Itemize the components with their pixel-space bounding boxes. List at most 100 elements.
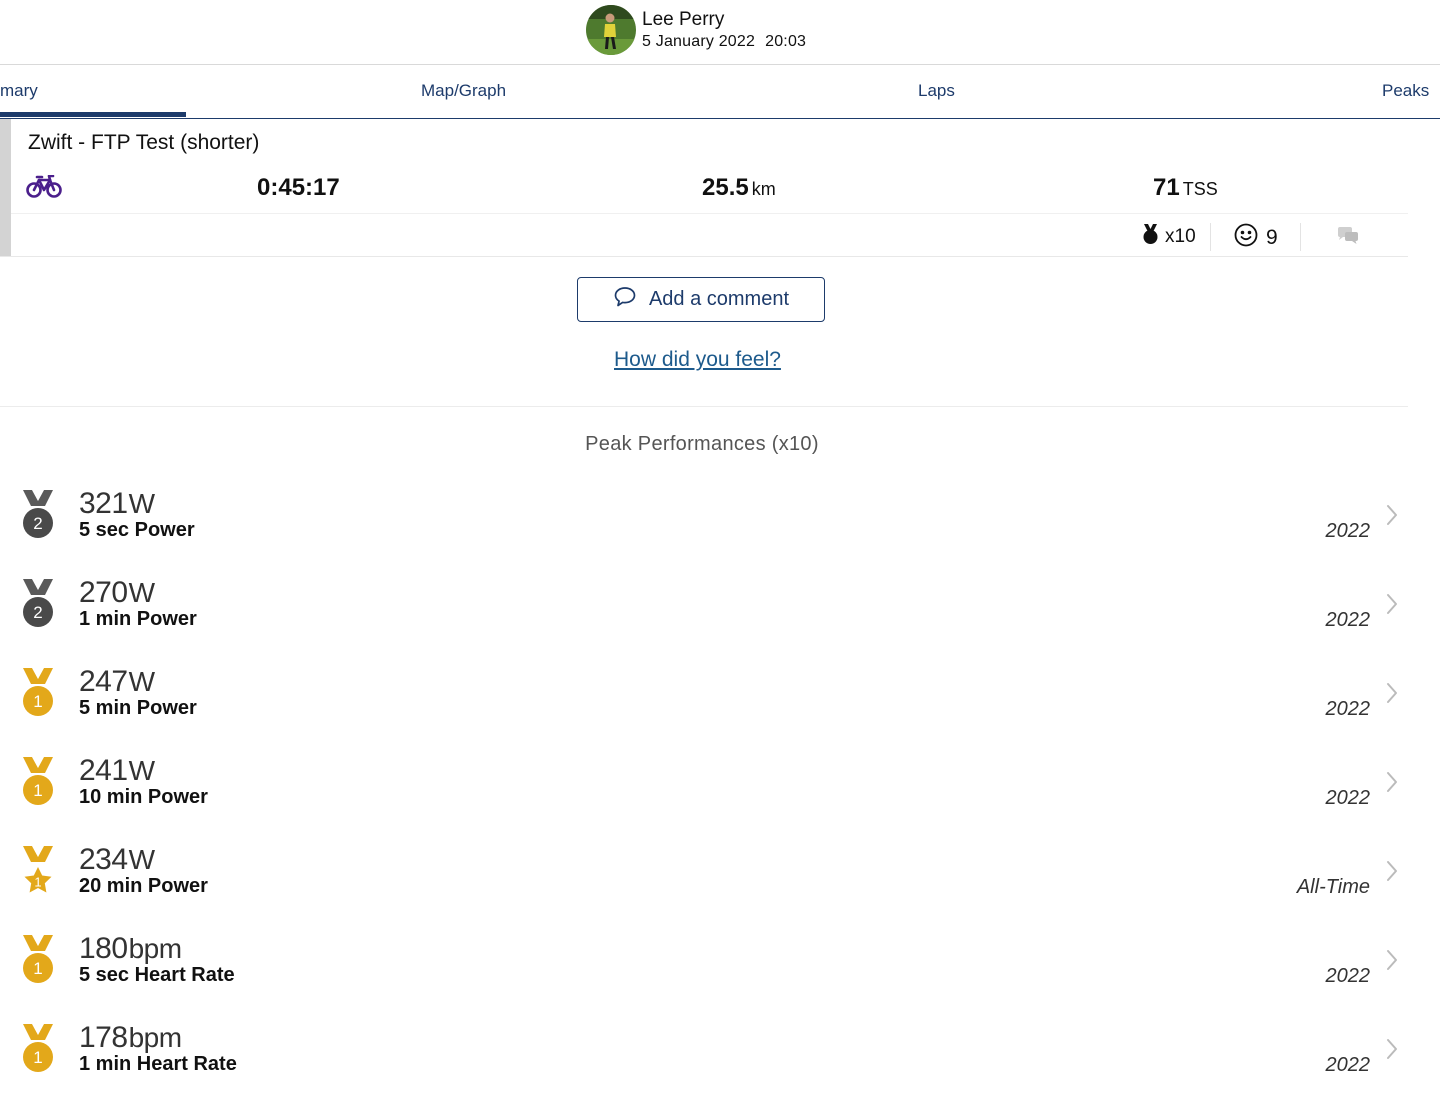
tss-value: 71 bbox=[1153, 174, 1180, 201]
chevron-right-icon bbox=[1384, 681, 1400, 710]
peak-performance-row[interactable]: 1 178bpm 1 min Heart Rate 2022 bbox=[0, 1021, 1408, 1112]
gold-medal-icon: 1 bbox=[19, 667, 57, 719]
svg-text:1: 1 bbox=[33, 781, 42, 800]
peak-label: 5 min Power bbox=[79, 697, 197, 719]
peak-performances-title: Peak Performances (x10) bbox=[585, 433, 819, 455]
avatar[interactable] bbox=[586, 5, 636, 55]
duration-value: 0:45:17 bbox=[257, 174, 340, 201]
peak-performance-row[interactable]: 1 234W 20 min Power All-Time bbox=[0, 843, 1408, 934]
activity-time: 20:03 bbox=[765, 33, 807, 50]
peak-unit: bpm bbox=[128, 933, 182, 964]
medal-count: x10 bbox=[1165, 226, 1196, 247]
silver-medal-icon: 2 bbox=[19, 578, 57, 630]
peak-period: 2022 bbox=[1325, 965, 1371, 987]
chevron-right-icon bbox=[1384, 859, 1400, 888]
feeling-count: 9 bbox=[1266, 226, 1278, 249]
svg-text:1: 1 bbox=[33, 959, 42, 978]
gold-medal-icon: 1 bbox=[19, 756, 57, 808]
medal-count-button[interactable]: x10 bbox=[1142, 223, 1196, 251]
peak-value: 270 bbox=[79, 576, 128, 609]
peak-value-wrap: 241W bbox=[79, 754, 155, 788]
feeling-count-button[interactable]: 9 bbox=[1234, 223, 1278, 253]
peak-unit: W bbox=[128, 666, 155, 697]
tab-map-graph[interactable]: Map/Graph bbox=[421, 81, 506, 101]
activity-date: 5 January 2022 bbox=[642, 33, 756, 50]
comment-icon bbox=[613, 286, 637, 314]
peak-period: 2022 bbox=[1325, 609, 1371, 631]
user-name: Lee Perry bbox=[642, 9, 725, 30]
peak-period: 2022 bbox=[1325, 787, 1371, 809]
activity-title: Zwift - FTP Test (shorter) bbox=[28, 131, 260, 154]
card-divider bbox=[11, 213, 1408, 214]
active-tab-indicator bbox=[0, 112, 186, 117]
peak-value-wrap: 234W bbox=[79, 843, 155, 877]
distance-unit: km bbox=[751, 179, 776, 199]
svg-text:1: 1 bbox=[33, 692, 42, 711]
chevron-right-icon bbox=[1384, 948, 1400, 977]
gold-star-medal-icon: 1 bbox=[19, 845, 57, 897]
peak-value: 178 bbox=[79, 1021, 128, 1054]
peak-label: 20 min Power bbox=[79, 875, 208, 897]
divider bbox=[1300, 223, 1301, 251]
peak-value: 321 bbox=[79, 487, 128, 520]
card-accent-bar bbox=[0, 119, 11, 256]
svg-text:2: 2 bbox=[33, 514, 42, 533]
comments-icon[interactable] bbox=[1336, 226, 1360, 251]
peak-unit: bpm bbox=[128, 1022, 182, 1053]
bike-icon bbox=[26, 174, 62, 204]
peak-performance-row[interactable]: 1 180bpm 5 sec Heart Rate 2022 bbox=[0, 932, 1408, 1023]
peak-value-wrap: 178bpm bbox=[79, 1021, 182, 1055]
gold-medal-icon: 1 bbox=[19, 934, 57, 986]
peak-period: All-Time bbox=[1296, 876, 1370, 898]
peak-value: 241 bbox=[79, 754, 128, 787]
activity-datetime: 5 January 2022 20:03 bbox=[642, 33, 816, 51]
divider bbox=[1210, 223, 1211, 251]
chevron-right-icon bbox=[1384, 503, 1400, 532]
tab-peaks[interactable]: Peaks bbox=[1382, 81, 1429, 101]
peak-label: 10 min Power bbox=[79, 786, 208, 808]
peak-unit: W bbox=[128, 844, 155, 875]
medal-icon bbox=[1142, 223, 1159, 251]
chevron-right-icon bbox=[1384, 1037, 1400, 1066]
svg-text:1: 1 bbox=[34, 875, 41, 890]
distance-value: 25.5 bbox=[702, 174, 749, 201]
peak-value-wrap: 321W bbox=[79, 487, 155, 521]
peak-period: 2022 bbox=[1325, 520, 1371, 542]
add-comment-button[interactable]: Add a comment bbox=[577, 277, 825, 322]
peak-performance-row[interactable]: 2 321W 5 sec Power 2022 bbox=[0, 487, 1408, 578]
tss-stat: 71 TSS bbox=[1153, 174, 1218, 202]
peak-unit: W bbox=[128, 488, 155, 519]
peak-value-wrap: 180bpm bbox=[79, 932, 182, 966]
peak-performance-row[interactable]: 1 247W 5 min Power 2022 bbox=[0, 665, 1408, 756]
tab-laps[interactable]: Laps bbox=[918, 81, 955, 101]
svg-text:1: 1 bbox=[33, 1048, 42, 1067]
peak-label: 1 min Heart Rate bbox=[79, 1053, 237, 1075]
tab-bar: mary Map/Graph Laps Peaks bbox=[0, 65, 1440, 119]
chevron-right-icon bbox=[1384, 770, 1400, 799]
how-did-you-feel-link[interactable]: How did you feel? bbox=[614, 348, 781, 372]
chevron-right-icon bbox=[1384, 592, 1400, 621]
distance-stat: 25.5 km bbox=[702, 174, 776, 202]
gold-medal-icon: 1 bbox=[19, 1023, 57, 1075]
peak-label: 1 min Power bbox=[79, 608, 197, 630]
peak-performance-row[interactable]: 2 270W 1 min Power 2022 bbox=[0, 576, 1408, 667]
tab-summary[interactable]: mary bbox=[0, 81, 38, 101]
activity-header: Lee Perry 5 January 2022 20:03 bbox=[0, 0, 1440, 65]
activity-card[interactable]: Zwift - FTP Test (shorter) 0:45:17 25.5 k… bbox=[0, 119, 1408, 257]
tss-unit: TSS bbox=[1182, 179, 1218, 199]
peak-performance-row[interactable]: 1 241W 10 min Power 2022 bbox=[0, 754, 1408, 845]
svg-text:2: 2 bbox=[33, 603, 42, 622]
peak-value: 180 bbox=[79, 932, 128, 965]
peak-period: 2022 bbox=[1325, 698, 1371, 720]
smiley-icon bbox=[1234, 223, 1258, 253]
peak-label: 5 sec Power bbox=[79, 519, 195, 541]
add-comment-label: Add a comment bbox=[648, 288, 790, 310]
peak-value-wrap: 270W bbox=[79, 576, 155, 610]
silver-medal-icon: 2 bbox=[19, 489, 57, 541]
peak-label: 5 sec Heart Rate bbox=[79, 964, 235, 986]
peak-unit: W bbox=[128, 577, 155, 608]
peak-unit: W bbox=[128, 755, 155, 786]
peak-value: 247 bbox=[79, 665, 128, 698]
peak-value: 234 bbox=[79, 843, 128, 876]
peak-value-wrap: 247W bbox=[79, 665, 155, 699]
